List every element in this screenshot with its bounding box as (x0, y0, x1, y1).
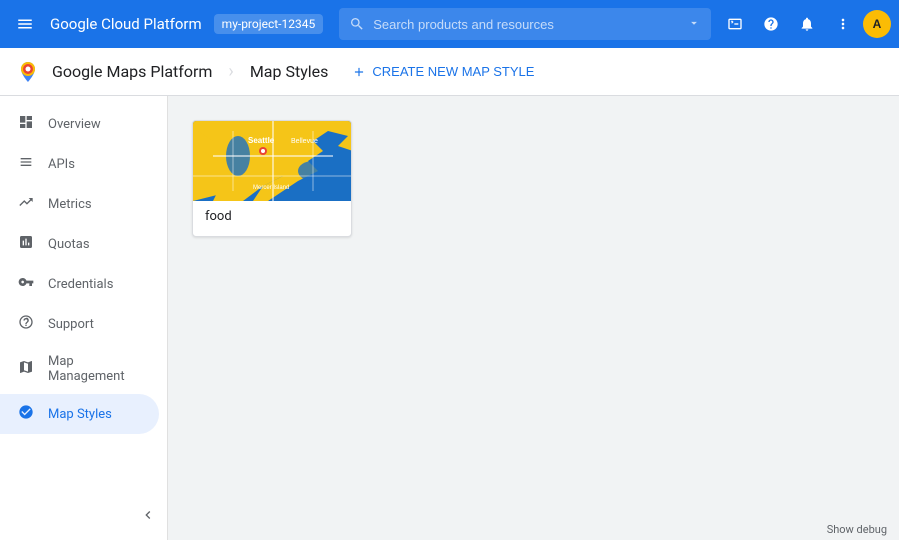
top-bar: Google Cloud Platform my-project-12345 A (0, 0, 899, 48)
sidebar-item-map-management[interactable]: Map Management (0, 344, 159, 394)
search-bar (339, 8, 711, 40)
notifications-button[interactable] (791, 8, 823, 40)
svg-text:Bellevue: Bellevue (291, 138, 318, 145)
quotas-icon (16, 234, 36, 254)
sidebar-item-quotas[interactable]: Quotas (0, 224, 159, 264)
debug-label: Show debug (827, 523, 887, 536)
map-management-icon (16, 359, 36, 379)
page-heading: Map Styles (250, 62, 329, 81)
top-bar-actions: A (719, 8, 891, 40)
credentials-icon (16, 274, 36, 294)
sidebar-item-overview[interactable]: Overview (0, 104, 159, 144)
sidebar: Overview APIs Metrics Quotas Credentials (0, 96, 168, 540)
metrics-label: Metrics (48, 197, 92, 212)
sub-header-title: Google Maps Platform (52, 62, 212, 81)
maps-logo (16, 60, 40, 84)
collapse-sidebar-button[interactable] (140, 507, 156, 528)
search-input[interactable] (373, 17, 679, 32)
sub-header: Google Maps Platform › Map Styles CREATE… (0, 48, 899, 96)
sidebar-item-metrics[interactable]: Metrics (0, 184, 159, 224)
layout: Overview APIs Metrics Quotas Credentials (0, 96, 899, 540)
more-options-button[interactable] (827, 8, 859, 40)
breadcrumb-divider: › (228, 61, 233, 82)
map-image: Seattle Bellevue Mercer Island (193, 121, 352, 201)
apis-label: APIs (48, 157, 75, 172)
map-management-label: Map Management (48, 354, 143, 384)
console-button[interactable] (719, 8, 751, 40)
menu-button[interactable] (8, 7, 42, 41)
main-content: Seattle Bellevue Mercer Island food (168, 96, 899, 540)
project-selector[interactable]: my-project-12345 (214, 14, 324, 34)
sidebar-item-apis[interactable]: APIs (0, 144, 159, 184)
svg-text:Seattle: Seattle (248, 136, 275, 145)
overview-icon (16, 114, 36, 134)
support-icon (16, 314, 36, 334)
overview-label: Overview (48, 117, 101, 132)
map-style-card-food[interactable]: Seattle Bellevue Mercer Island food (192, 120, 352, 237)
search-expand-button[interactable] (687, 16, 701, 33)
support-label: Support (48, 317, 94, 332)
sidebar-item-map-styles[interactable]: Map Styles (0, 394, 159, 434)
svg-text:Mercer Island: Mercer Island (253, 185, 289, 191)
add-icon (352, 65, 366, 79)
map-style-label: food (193, 201, 351, 236)
quotas-label: Quotas (48, 237, 90, 252)
sidebar-item-credentials[interactable]: Credentials (0, 264, 159, 304)
sidebar-item-support[interactable]: Support (0, 304, 159, 344)
apis-icon (16, 154, 36, 174)
create-new-map-style-button[interactable]: CREATE NEW MAP STYLE (352, 64, 534, 79)
user-avatar[interactable]: A (863, 10, 891, 38)
app-title: Google Cloud Platform (50, 15, 202, 33)
bottom-bar[interactable]: Show debug (815, 519, 899, 540)
credentials-label: Credentials (48, 277, 113, 292)
map-thumbnail: Seattle Bellevue Mercer Island (193, 121, 352, 201)
help-button[interactable] (755, 8, 787, 40)
map-styles-label: Map Styles (48, 407, 112, 422)
metrics-icon (16, 194, 36, 214)
map-styles-icon (16, 404, 36, 424)
search-icon (349, 16, 365, 32)
